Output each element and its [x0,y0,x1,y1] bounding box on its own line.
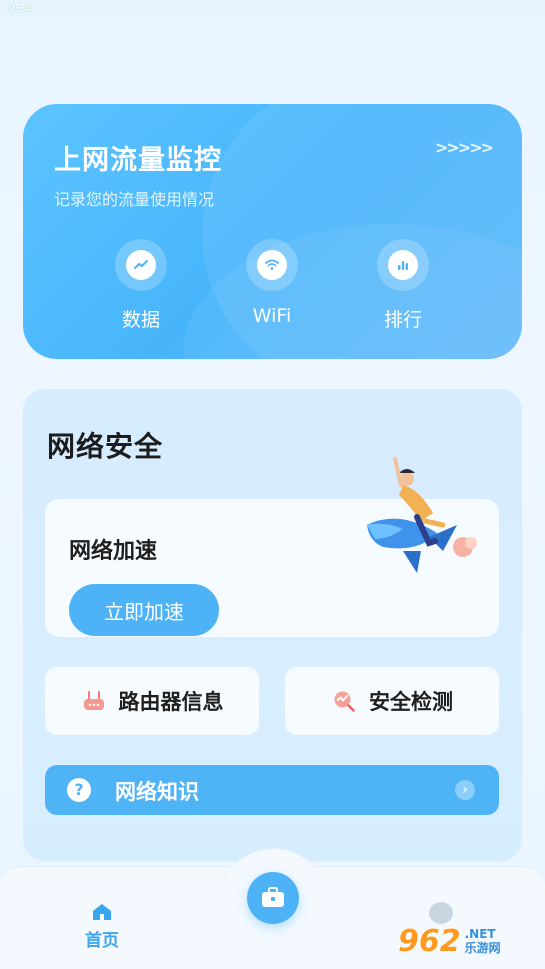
wifi-icon [246,239,298,291]
security-check-button[interactable]: 安全检测 [285,667,499,735]
knowledge-label: 网络知识 [115,780,199,804]
security-title: 网络安全 [47,430,164,463]
toolbox-icon [262,887,284,907]
bar-chart-icon [377,239,429,291]
home-icon [93,904,111,920]
traffic-item-ranking[interactable]: 排行 [358,239,448,332]
trend-line-icon [115,239,167,291]
network-security-panel: 网络安全 网络加速 立即加速 路由器信息 安全检测 ? 网络知识 › [23,389,522,861]
question-icon: ? [67,778,91,802]
router-info-button[interactable]: 路由器信息 [45,667,259,735]
traffic-item-data[interactable]: 数据 [96,239,186,332]
watermark-number: 962 [398,923,461,959]
watermark-suffix: .NET [464,927,496,941]
nav-home-tab[interactable]: 首页 [72,902,132,951]
traffic-item-label: WiFi [252,305,292,327]
site-watermark: 962 .NET 乐游网 [398,918,543,964]
traffic-monitor-card[interactable]: 上网流量监控 记录您的流量使用情况 >>>>> 数据 WiFi 排行 [23,104,522,359]
traffic-item-label: 排行 [383,309,422,331]
traffic-item-label: 数据 [121,309,160,331]
router-icon [81,688,107,714]
network-knowledge-button[interactable]: ? 网络知识 › [45,765,499,815]
scan-check-icon [331,688,357,714]
speed-title: 网络加速 [69,539,158,564]
traffic-title: 上网流量监控 [54,145,222,176]
chevron-right-icon: › [455,780,475,800]
traffic-item-wifi[interactable]: WiFi [227,239,317,327]
watermark-text: 乐游网 [464,941,501,955]
toolbox-button[interactable] [247,872,299,924]
rocket-rider-illustration [367,457,477,573]
tool-label: 安全检测 [369,690,453,714]
boost-now-button[interactable]: 立即加速 [69,584,219,636]
status-time: 9:34 [8,2,33,15]
nav-home-label: 首页 [85,931,119,951]
traffic-subtitle: 记录您的流量使用情况 [54,190,215,209]
tool-label: 路由器信息 [118,690,224,714]
more-arrows-icon[interactable]: >>>>> [435,138,494,157]
